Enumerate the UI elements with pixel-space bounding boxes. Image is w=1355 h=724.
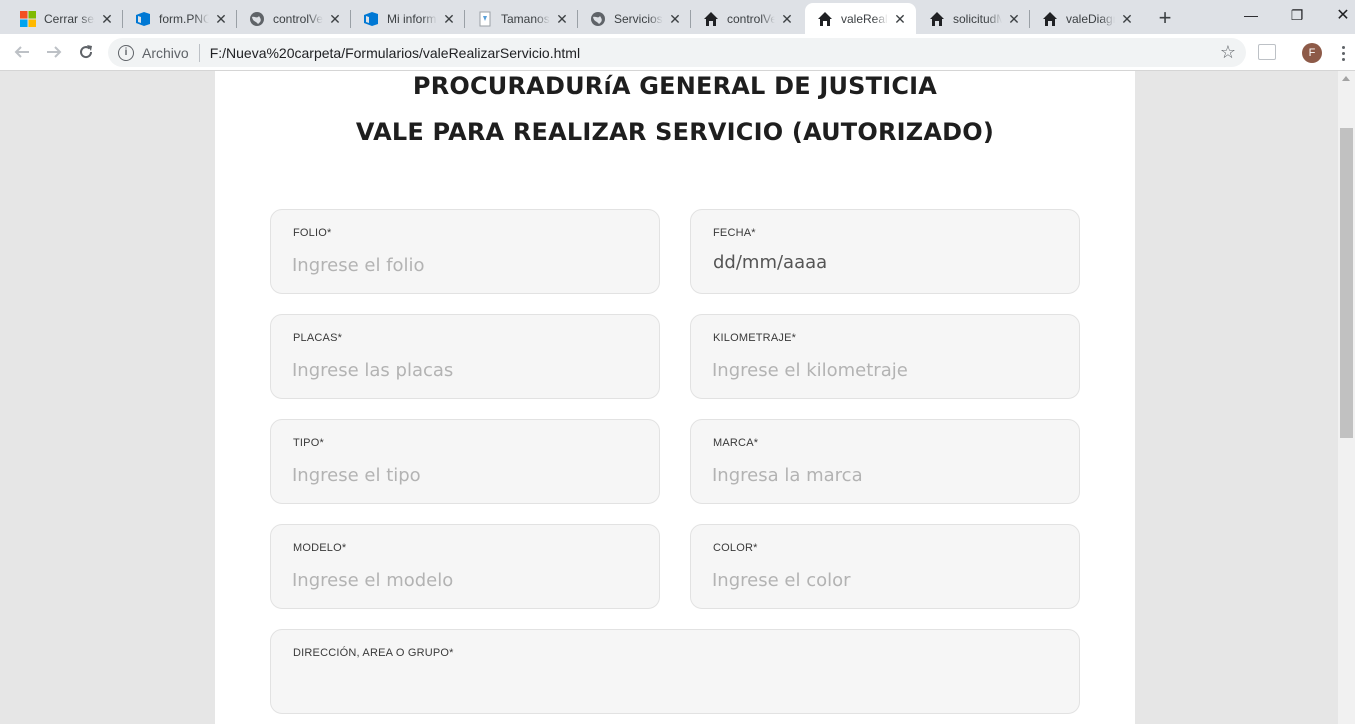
tab-mi-informe[interactable]: Mi informe ✕ bbox=[351, 3, 465, 34]
folio-label: FOLIO* bbox=[293, 227, 332, 239]
kilometraje-input[interactable] bbox=[712, 357, 1052, 383]
modelo-label: MODELO* bbox=[293, 542, 347, 554]
restore-button[interactable]: ❐ bbox=[1274, 0, 1320, 30]
home-icon bbox=[1042, 11, 1058, 27]
scrollbar-thumb[interactable] bbox=[1340, 128, 1353, 438]
extension-icon[interactable] bbox=[1258, 44, 1276, 60]
marca-field[interactable]: MARCA* bbox=[690, 419, 1080, 504]
modelo-field[interactable]: MODELO* bbox=[270, 524, 660, 609]
reload-icon bbox=[80, 45, 93, 59]
avatar[interactable]: F bbox=[1302, 43, 1322, 63]
reload-button[interactable] bbox=[72, 38, 100, 66]
document-icon bbox=[477, 11, 493, 27]
tab-servicios[interactable]: Servicios ✕ bbox=[578, 3, 691, 34]
tab-vale-diagnostico[interactable]: valeDiagnostico ✕ bbox=[1030, 3, 1143, 34]
close-icon[interactable]: ✕ bbox=[1119, 11, 1135, 27]
star-icon[interactable]: ☆ bbox=[1220, 42, 1236, 63]
form-container: PROCURADURíA GENERAL DE JUSTICIA VALE PA… bbox=[215, 71, 1135, 724]
close-icon[interactable]: ✕ bbox=[1006, 11, 1022, 27]
home-icon bbox=[703, 11, 719, 27]
folio-input[interactable] bbox=[292, 252, 632, 278]
arrow-right-icon bbox=[47, 46, 62, 58]
tab-control-vehicular[interactable]: controlVehicular ✕ bbox=[237, 3, 351, 34]
placas-field[interactable]: PLACAS* bbox=[270, 314, 660, 399]
microsoft-logo-icon bbox=[20, 10, 36, 27]
tab-control-vehiculos[interactable]: controlVehiculos ✕ bbox=[691, 3, 803, 34]
direccion-field[interactable]: DIRECCIÓN, AREA O GRUPO* bbox=[270, 629, 1080, 714]
modelo-input[interactable] bbox=[292, 567, 632, 593]
tab-label: Servicios bbox=[614, 11, 663, 26]
tab-label: form.PNG bbox=[159, 11, 209, 26]
more-menu-icon[interactable] bbox=[1337, 44, 1349, 62]
vertical-scrollbar[interactable] bbox=[1338, 71, 1355, 724]
minimize-button[interactable]: — bbox=[1228, 0, 1274, 30]
page-title: PROCURADURíA GENERAL DE JUSTICIA bbox=[412, 72, 938, 100]
kilometraje-field[interactable]: KILOMETRAJE* bbox=[690, 314, 1080, 399]
fecha-input[interactable]: dd/mm/aaaa bbox=[713, 252, 827, 273]
home-icon bbox=[929, 11, 945, 27]
divider bbox=[198, 43, 200, 62]
tab-label: solicitudMantenimiento bbox=[953, 11, 1002, 26]
kilometraje-label: KILOMETRAJE* bbox=[713, 332, 797, 344]
direccion-label: DIRECCIÓN, AREA O GRUPO* bbox=[293, 647, 454, 659]
tab-cerrar-sesion[interactable]: Cerrar sesión ✕ bbox=[8, 3, 123, 34]
close-icon[interactable]: ✕ bbox=[213, 11, 229, 27]
info-icon[interactable]: i bbox=[118, 44, 134, 61]
color-label: COLOR* bbox=[713, 542, 758, 554]
tab-label: valeDiagnostico bbox=[1066, 11, 1115, 26]
scheme-label: Archivo bbox=[142, 44, 189, 61]
color-field[interactable]: COLOR* bbox=[690, 524, 1080, 609]
new-tab-button[interactable]: + bbox=[1151, 4, 1179, 32]
tab-label: controlVehiculos bbox=[727, 11, 775, 26]
azure-devops-icon bbox=[135, 11, 151, 27]
tab-label: valeRealizarServicio bbox=[841, 11, 888, 26]
tab-tamanos[interactable]: Tamanos ✕ bbox=[465, 3, 578, 34]
address-bar[interactable]: i Archivo F:/Nueva%20carpeta/Formularios… bbox=[108, 38, 1246, 67]
page-subtitle: VALE PARA REALIZAR SERVICIO (AUTORIZADO) bbox=[355, 118, 995, 146]
tab-label: Cerrar sesión bbox=[44, 11, 95, 26]
url-text[interactable]: F:/Nueva%20carpeta/Formularios/valeReali… bbox=[210, 45, 580, 61]
color-input[interactable] bbox=[712, 567, 1052, 593]
close-icon[interactable]: ✕ bbox=[99, 11, 115, 27]
page-viewport: PROCURADURíA GENERAL DE JUSTICIA VALE PA… bbox=[0, 71, 1338, 724]
close-icon[interactable]: ✕ bbox=[892, 11, 908, 27]
tipo-label: TIPO* bbox=[293, 437, 324, 449]
scroll-up-icon[interactable] bbox=[1342, 76, 1350, 81]
forward-button[interactable] bbox=[40, 38, 68, 66]
close-icon[interactable]: ✕ bbox=[554, 11, 570, 27]
tab-label: Tamanos bbox=[501, 11, 550, 26]
globe-icon bbox=[590, 11, 606, 27]
tab-label: controlVehicular bbox=[273, 11, 323, 26]
tab-form-png[interactable]: form.PNG ✕ bbox=[123, 3, 237, 34]
close-icon[interactable]: ✕ bbox=[441, 11, 457, 27]
browser-toolbar: i Archivo F:/Nueva%20carpeta/Formularios… bbox=[0, 34, 1355, 71]
azure-devops-icon bbox=[363, 11, 379, 27]
back-button[interactable] bbox=[8, 38, 36, 66]
tipo-field[interactable]: TIPO* bbox=[270, 419, 660, 504]
tab-label: Mi informe bbox=[387, 11, 437, 26]
arrow-left-icon bbox=[14, 46, 29, 58]
close-window-button[interactable]: ✕ bbox=[1320, 0, 1355, 30]
marca-label: MARCA* bbox=[713, 437, 759, 449]
tab-strip: Cerrar sesión ✕ form.PNG ✕ controlVehicu… bbox=[0, 0, 1355, 34]
globe-icon bbox=[249, 11, 265, 27]
direccion-input[interactable] bbox=[292, 672, 1052, 698]
placas-input[interactable] bbox=[292, 357, 632, 383]
fecha-field[interactable]: FECHA* dd/mm/aaaa bbox=[690, 209, 1080, 294]
home-icon bbox=[817, 11, 833, 27]
marca-input[interactable] bbox=[712, 462, 1052, 488]
placas-label: PLACAS* bbox=[293, 332, 343, 344]
fecha-label: FECHA* bbox=[713, 227, 756, 239]
close-icon[interactable]: ✕ bbox=[327, 11, 343, 27]
close-icon[interactable]: ✕ bbox=[667, 11, 683, 27]
close-icon[interactable]: ✕ bbox=[779, 11, 795, 27]
tipo-input[interactable] bbox=[292, 462, 632, 488]
tab-solicitud-mantenimiento[interactable]: solicitudMantenimiento ✕ bbox=[917, 3, 1030, 34]
tab-vale-realizar-servicio[interactable]: valeRealizarServicio ✕ bbox=[805, 3, 916, 34]
folio-field[interactable]: FOLIO* bbox=[270, 209, 660, 294]
